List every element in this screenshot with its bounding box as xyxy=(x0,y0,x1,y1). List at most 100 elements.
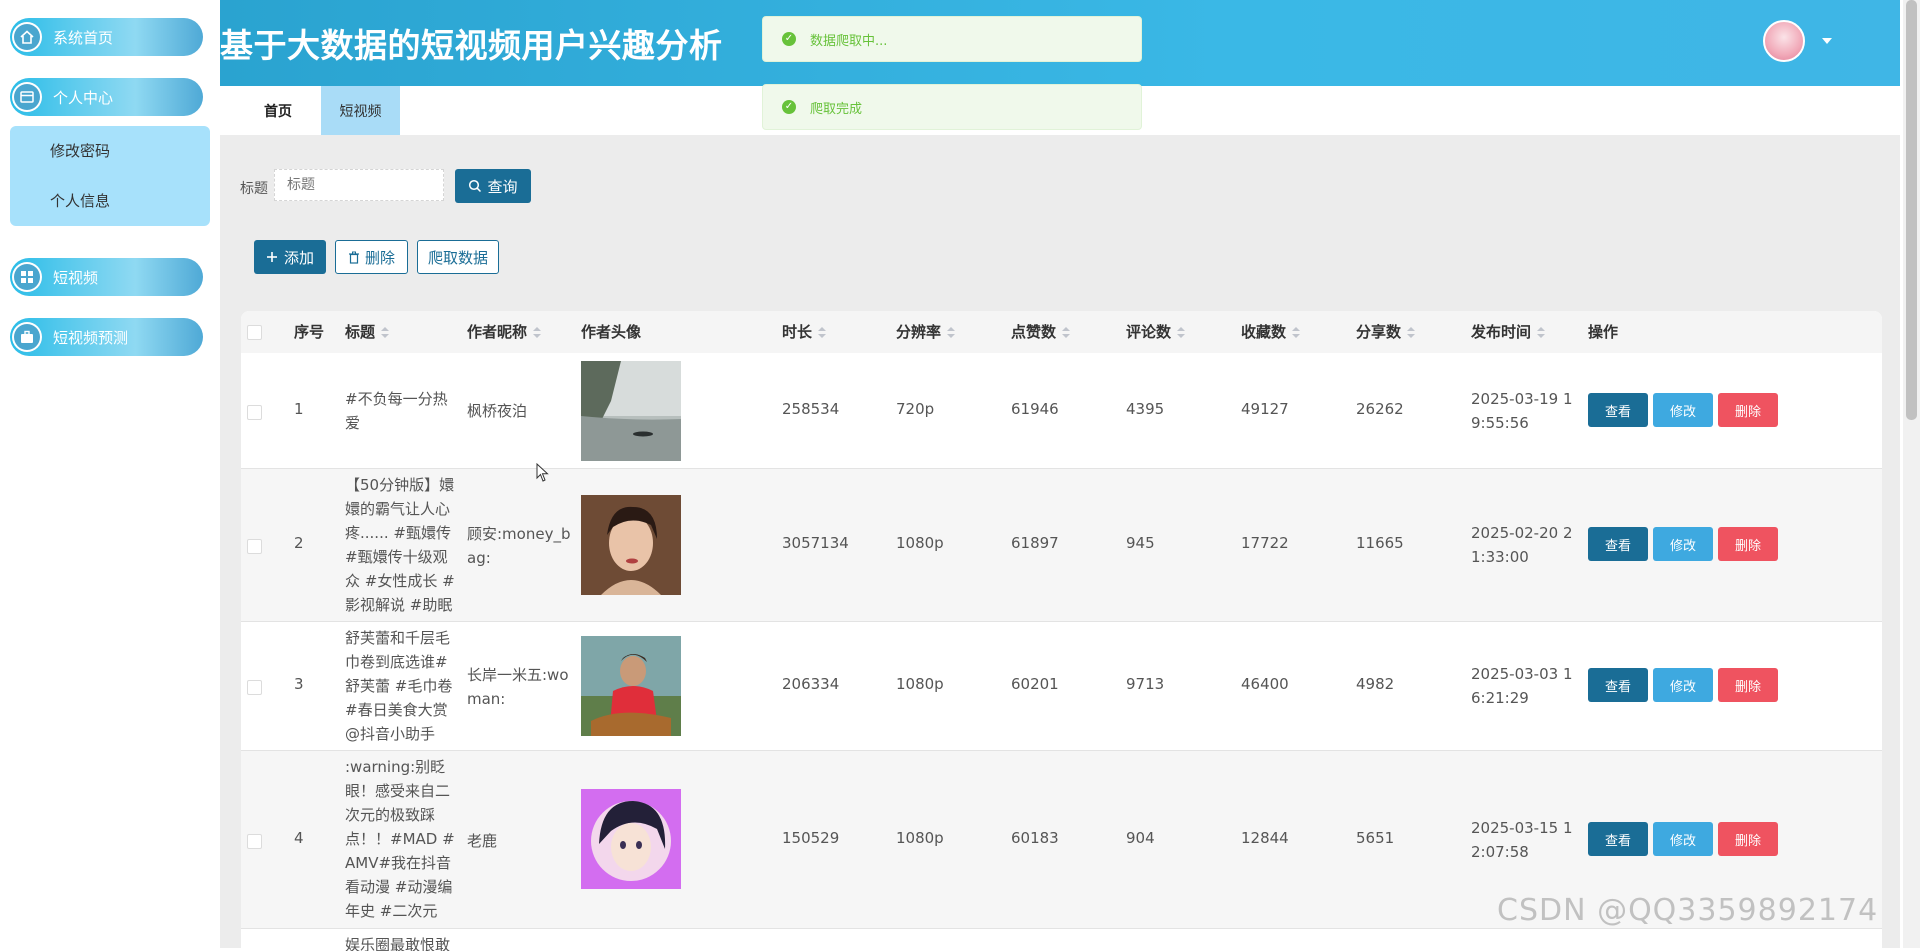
sidebar-item-short-video[interactable]: 短视频 xyxy=(10,258,203,296)
view-button[interactable]: 查看 xyxy=(1588,393,1648,427)
delete-button-label: 删除 xyxy=(364,248,395,267)
cell-published: 2025-03-15 12:07:58 xyxy=(1471,819,1573,861)
cell-shares: 26262 xyxy=(1356,400,1404,418)
sort-icon[interactable] xyxy=(1407,326,1416,339)
select-all-checkbox[interactable] xyxy=(247,325,262,340)
search-input[interactable] xyxy=(274,169,444,201)
view-button[interactable]: 查看 xyxy=(1588,668,1648,702)
sort-icon[interactable] xyxy=(947,326,956,339)
cell-comments: 945 xyxy=(1126,534,1155,552)
column-resolution[interactable]: 分辨率 xyxy=(896,311,956,353)
cell-title: #不负每一分热爱 xyxy=(345,390,448,432)
row-delete-button[interactable]: 删除 xyxy=(1718,393,1778,427)
cell-likes: 61946 xyxy=(1011,400,1059,418)
caret-down-icon[interactable] xyxy=(1822,38,1832,44)
cell-author: 顾安:money_bag: xyxy=(467,525,571,567)
author-avatar-image xyxy=(581,789,681,889)
column-index: 序号 xyxy=(294,323,325,341)
cell-resolution: 720p xyxy=(896,400,935,418)
add-button[interactable]: 添加 xyxy=(254,240,326,274)
row-checkbox[interactable] xyxy=(247,834,262,849)
scrollbar-thumb[interactable] xyxy=(1906,0,1917,420)
tab-short-video[interactable]: 短视频 xyxy=(321,86,400,135)
delete-button[interactable]: 删除 xyxy=(335,240,408,274)
toast-crawling: ✓ 数据爬取中... xyxy=(762,16,1142,62)
sort-icon[interactable] xyxy=(818,326,827,339)
cell-likes: 61897 xyxy=(1011,534,1059,552)
crawl-button-label: 爬取数据 xyxy=(427,248,488,267)
sort-icon[interactable] xyxy=(381,326,390,339)
column-author[interactable]: 作者昵称 xyxy=(467,311,542,353)
sidebar-item-home[interactable]: 系统首页 xyxy=(10,18,203,56)
cell-favorites: 49127 xyxy=(1241,400,1289,418)
cell-duration: 258534 xyxy=(782,400,840,418)
edit-button[interactable]: 修改 xyxy=(1653,822,1713,856)
success-icon: ✓ xyxy=(782,32,796,46)
column-title[interactable]: 标题 xyxy=(345,311,390,353)
table-header: 序号 标题 作者昵称 作者头像 时长 分辨率 点赞数 评论数 收藏数 分享数 发… xyxy=(241,311,1882,353)
column-comments[interactable]: 评论数 xyxy=(1126,311,1186,353)
row-delete-button[interactable]: 删除 xyxy=(1718,527,1778,561)
cell-index: 2 xyxy=(294,534,304,552)
cell-index: 3 xyxy=(294,675,304,693)
cell-shares: 11665 xyxy=(1356,534,1404,552)
search-label: 标题 xyxy=(240,181,268,197)
cell-index: 4 xyxy=(294,829,304,847)
row-delete-button[interactable]: 删除 xyxy=(1718,822,1778,856)
query-button[interactable]: 查询 xyxy=(455,169,531,203)
edit-button[interactable]: 修改 xyxy=(1653,668,1713,702)
row-checkbox[interactable] xyxy=(247,539,262,554)
user-avatar[interactable] xyxy=(1763,20,1805,62)
success-icon: ✓ xyxy=(782,100,796,114)
row-delete-button[interactable]: 删除 xyxy=(1718,668,1778,702)
cell-shares: 5651 xyxy=(1356,829,1395,847)
cell-author: 枫桥夜泊 xyxy=(467,402,528,420)
briefcase-icon xyxy=(12,322,42,352)
toast-text: 爬取完成 xyxy=(810,101,863,117)
table-row: 3 舒芙蕾和千层毛巾卷到底选谁#舒芙蕾 #毛巾卷 #春日美食大赏 @抖音小助手 … xyxy=(241,622,1882,751)
cell-resolution: 1080p xyxy=(896,534,944,552)
watermark: CSDN @QQ3359892174 xyxy=(1497,893,1879,928)
cell-favorites: 12844 xyxy=(1241,829,1289,847)
edit-button[interactable]: 修改 xyxy=(1653,527,1713,561)
grid-icon xyxy=(12,262,42,292)
add-button-label: 添加 xyxy=(283,248,314,267)
view-button[interactable]: 查看 xyxy=(1588,527,1648,561)
sort-icon[interactable] xyxy=(1292,326,1301,339)
column-published[interactable]: 发布时间 xyxy=(1471,311,1546,353)
sort-icon[interactable] xyxy=(1537,326,1546,339)
sidebar: 系统首页 个人中心 修改密码 个人信息 短视频 短视频预测 xyxy=(0,0,220,948)
submenu-item-personal-info[interactable]: 个人信息 xyxy=(10,176,210,226)
toast-crawl-complete: ✓ 爬取完成 xyxy=(762,84,1142,130)
row-checkbox[interactable] xyxy=(247,680,262,695)
column-duration[interactable]: 时长 xyxy=(782,311,827,353)
column-favorites[interactable]: 收藏数 xyxy=(1241,311,1301,353)
edit-button[interactable]: 修改 xyxy=(1653,393,1713,427)
submenu-item-change-password[interactable]: 修改密码 xyxy=(10,126,210,176)
cell-resolution: 1080p xyxy=(896,829,944,847)
cell-published: 2025-03-03 16:21:29 xyxy=(1471,665,1573,707)
row-actions: 查看 修改 删除 xyxy=(1588,393,1778,427)
sort-icon[interactable] xyxy=(533,326,542,339)
cell-title: :warning:别眨眼！感受来自二次元的极致踩点！！#MAD #AMV#我在抖… xyxy=(345,758,455,920)
cell-duration: 3057134 xyxy=(782,534,849,552)
table-row: 2 【50分钟版】嬛嬛的霸气让人心疼...... #甄嬛传 #甄嬛传十级观众 #… xyxy=(241,469,1882,622)
column-likes[interactable]: 点赞数 xyxy=(1011,311,1071,353)
row-actions: 查看 修改 删除 xyxy=(1588,822,1778,856)
sidebar-item-prediction[interactable]: 短视频预测 xyxy=(10,318,203,356)
row-actions: 查看 修改 删除 xyxy=(1588,668,1778,702)
column-shares[interactable]: 分享数 xyxy=(1356,311,1416,353)
author-avatar-image xyxy=(581,636,681,736)
row-checkbox[interactable] xyxy=(247,405,262,420)
cell-title: 【50分钟版】嬛嬛的霸气让人心疼...... #甄嬛传 #甄嬛传十级观众 #女性… xyxy=(345,476,455,614)
sort-icon[interactable] xyxy=(1177,326,1186,339)
crawl-data-button[interactable]: 爬取数据 xyxy=(417,240,499,274)
cell-favorites: 46400 xyxy=(1241,675,1289,693)
view-button[interactable]: 查看 xyxy=(1588,822,1648,856)
main-content: 标题 查询 添加 删除 爬取数据 序号 标题 作者昵称 作者头像 时长 分辨率 … xyxy=(220,135,1900,951)
page-title: 基于大数据的短视频用户兴趣分析 xyxy=(220,26,723,65)
tab-home[interactable]: 首页 xyxy=(248,86,308,135)
sort-icon[interactable] xyxy=(1062,326,1071,339)
search-icon xyxy=(469,179,482,193)
sidebar-item-profile[interactable]: 个人中心 xyxy=(10,78,203,116)
